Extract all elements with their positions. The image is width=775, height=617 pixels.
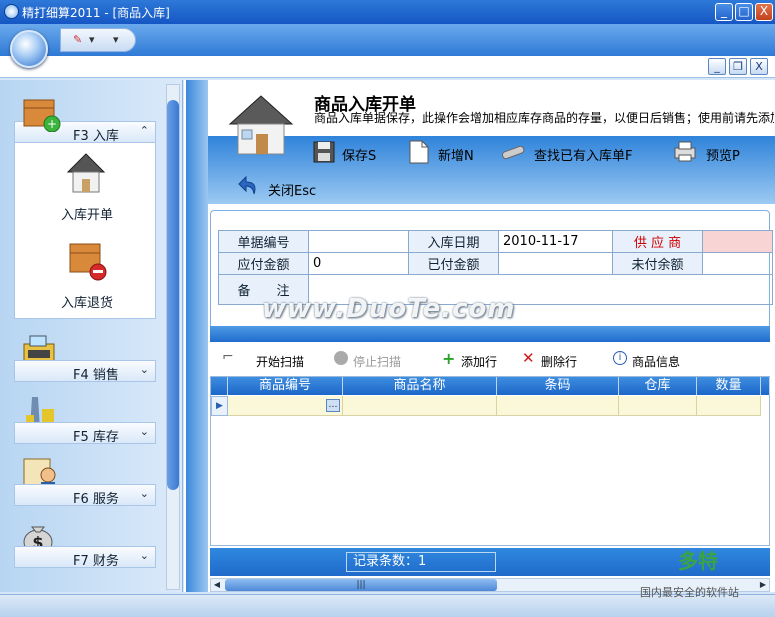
nav-section-label: F5 库存	[73, 430, 119, 445]
nav-item-inbound-return[interactable]: 入库退货	[42, 292, 132, 311]
quick-access-icon[interactable]: ✎	[73, 33, 82, 46]
chevron-down-icon: ⌄	[139, 487, 149, 500]
minimize-button[interactable]: _	[715, 3, 733, 21]
app-menu-orb-icon[interactable]	[10, 30, 48, 68]
watermark-center: www.DuoTe.com	[262, 294, 516, 324]
grid-header-warehouse[interactable]: 仓库	[619, 377, 697, 395]
nav-section-label: F7 财务	[73, 554, 119, 569]
return-box-icon[interactable]	[64, 238, 108, 284]
page-description: 商品入库单据保存，此操作会增加相应库存商品的存量，以便日后销售；使用前请先添加价	[314, 111, 774, 125]
start-scan-button[interactable]: 开始扫描	[256, 353, 304, 370]
close-esc-button[interactable]: 关闭Esc	[268, 180, 316, 199]
grid-header-product-code[interactable]: 商品编号	[228, 377, 343, 395]
lookup-ellipsis-button[interactable]: …	[326, 399, 340, 412]
mdi-bar: _ ❐ X	[0, 56, 775, 78]
delete-row-button[interactable]: 删除行	[541, 353, 577, 370]
scroll-right-icon[interactable]: ▶	[757, 579, 769, 591]
payable-label: 应付金额	[218, 252, 309, 275]
find-existing-button[interactable]: 查找已有入库单F	[534, 145, 632, 164]
form-bottom-bar	[210, 326, 770, 342]
nav-section-label: F6 服务	[73, 492, 119, 507]
watermark-corner-logo: 多特	[678, 549, 718, 573]
save-button[interactable]: 保存S	[342, 145, 376, 164]
nav-section-sales[interactable]: F4 销售 ⌄	[14, 360, 156, 383]
grid-header-barcode[interactable]: 条码	[497, 377, 619, 395]
cell-barcode[interactable]	[497, 396, 619, 416]
delete-icon[interactable]: ✕	[522, 349, 535, 367]
quick-access-toolbar: ✎ ▾ ▾	[60, 28, 136, 52]
mdi-minimize-button[interactable]: _	[708, 58, 726, 75]
nav-section-service[interactable]: F6 服务 ⌄	[14, 484, 156, 507]
date-field[interactable]: 2010-11-17	[498, 230, 613, 253]
grid-hscrollbar-thumb[interactable]: |||	[225, 579, 497, 591]
customize-qat-icon[interactable]: ▾	[113, 33, 119, 46]
unpaid-label: 未付余额	[612, 252, 703, 275]
chevron-down-icon: ⌄	[139, 363, 149, 376]
find-icon[interactable]	[500, 140, 526, 164]
close-button[interactable]: X	[755, 3, 773, 21]
stop-scan-button[interactable]: 停止扫描	[353, 353, 401, 370]
supplier-label: 供 应 商	[612, 230, 703, 253]
house-icon[interactable]	[64, 150, 108, 196]
cell-quantity[interactable]	[697, 396, 761, 416]
product-info-button[interactable]: 商品信息	[632, 353, 680, 370]
unpaid-field[interactable]	[702, 252, 773, 275]
quick-access-dropdown-icon[interactable]: ▾	[89, 33, 95, 46]
info-icon[interactable]: i	[613, 351, 627, 365]
save-icon[interactable]	[312, 140, 338, 164]
title-bar: 精打细算2011 - [商品入库] _ □ X	[0, 0, 775, 24]
page-house-icon	[228, 95, 294, 155]
scroll-left-icon[interactable]: ◀	[211, 579, 223, 591]
svg-text:+: +	[47, 117, 57, 131]
nav-item-inbound-order[interactable]: 入库开单	[42, 204, 132, 223]
watermark-corner-text: 国内最安全的软件站	[640, 586, 739, 599]
mdi-close-button[interactable]: X	[750, 58, 768, 75]
new-button[interactable]: 新增N	[438, 145, 474, 164]
payable-field[interactable]: 0	[308, 252, 409, 275]
preview-button[interactable]: 预览P	[706, 145, 740, 164]
grid-header-filler	[761, 377, 770, 395]
grid-header-quantity[interactable]: 数量	[697, 377, 761, 395]
chevron-down-icon: ⌄	[139, 549, 149, 562]
new-document-icon[interactable]	[406, 140, 432, 164]
doc-no-label: 单据编号	[218, 230, 309, 253]
paid-field[interactable]	[498, 252, 613, 275]
main-side-stripe	[186, 80, 208, 592]
inbound-box-icon: +	[23, 99, 61, 132]
undo-close-icon[interactable]	[236, 174, 262, 198]
nav-section-inventory[interactable]: F5 库存 ⌄	[14, 422, 156, 445]
grid-corner	[211, 377, 228, 395]
supplier-field[interactable]	[702, 230, 773, 253]
scanner-icon[interactable]: ⌐	[222, 349, 234, 365]
chevron-down-icon: ⌄	[139, 425, 149, 438]
app-icon[interactable]	[4, 4, 19, 19]
stop-scan-icon	[334, 351, 348, 365]
add-row-button[interactable]: 添加行	[461, 353, 497, 370]
doc-no-field[interactable]	[308, 230, 409, 253]
nav-section-label: F3 入库	[73, 129, 119, 144]
cell-warehouse[interactable]	[619, 396, 697, 416]
record-count: 记录条数：1	[346, 552, 496, 572]
grid-header-product-name[interactable]: 商品名称	[343, 377, 497, 395]
maximize-button[interactable]: □	[735, 3, 753, 21]
row-indicator[interactable]: ▶	[211, 396, 228, 416]
nav-scrollbar-thumb[interactable]	[167, 100, 179, 490]
add-icon[interactable]: +	[442, 349, 455, 368]
chevron-up-icon: ⌃	[139, 124, 149, 137]
nav-section-label: F4 销售	[73, 368, 119, 383]
mdi-restore-button[interactable]: ❐	[729, 58, 747, 75]
cell-product-name[interactable]	[343, 396, 497, 416]
paid-label: 已付金额	[408, 252, 499, 275]
date-label: 入库日期	[408, 230, 499, 253]
window-title: 精打细算2011 - [商品入库]	[22, 6, 170, 20]
printer-icon[interactable]	[672, 139, 698, 163]
nav-section-finance[interactable]: F7 财务 ⌄	[14, 546, 156, 569]
